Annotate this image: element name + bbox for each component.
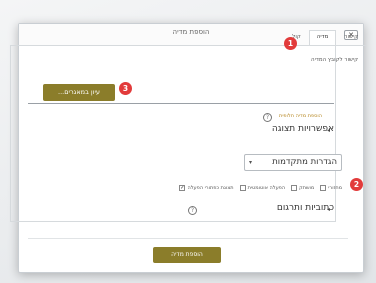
display-options-header[interactable]: אפשרויות תצוגה bbox=[272, 124, 334, 134]
step-badge-2: 2 bbox=[350, 178, 363, 191]
playback-options: ✓ תצוגת כפתורי הפעלה הפעלה אוטומטית מושת… bbox=[179, 183, 342, 193]
help-icon[interactable]: ? bbox=[263, 113, 272, 122]
checkbox-autoplay-label: הפעלה אוטומטית bbox=[247, 185, 286, 191]
step-badge-3: 3 bbox=[119, 82, 132, 95]
media-link-label: קישור לקובץ המדיה bbox=[311, 57, 358, 63]
help-icon[interactable]: ? bbox=[188, 206, 197, 215]
add-alternative-media-link[interactable]: הוספת מדיה חלופית bbox=[279, 113, 322, 119]
footer-divider bbox=[28, 238, 348, 239]
caret-down-icon: ▾ bbox=[249, 159, 253, 166]
browse-repositories-button[interactable]: עיון במאגרים... bbox=[43, 84, 115, 101]
checkbox-controls-box[interactable]: ✓ bbox=[179, 185, 186, 191]
checkbox-controls[interactable]: ✓ תצוגת כפתורי הפעלה bbox=[179, 183, 234, 193]
step-badge-1: 1 bbox=[284, 37, 297, 50]
checkbox-autoplay[interactable]: הפעלה אוטומטית bbox=[239, 183, 286, 193]
subtitles-header[interactable]: כתוביות ותרגום bbox=[277, 203, 334, 213]
insert-media-button[interactable]: הוספת מדיה bbox=[153, 247, 221, 263]
checkbox-muted-box[interactable] bbox=[291, 185, 298, 191]
checkbox-muted-label: מושתק bbox=[299, 185, 315, 191]
checkbox-muted[interactable]: מושתק bbox=[291, 183, 314, 193]
checkbox-loop[interactable]: מחזורי bbox=[320, 183, 342, 193]
checkbox-loop-label: מחזורי bbox=[328, 185, 342, 191]
checkbox-controls-label: תצוגת כפתורי הפעלה bbox=[187, 185, 234, 191]
advanced-settings-select[interactable]: הגדרות מתקדמות ▾ bbox=[244, 154, 342, 171]
checkbox-autoplay-box[interactable] bbox=[239, 185, 246, 191]
tab-media[interactable]: מדיה bbox=[308, 30, 337, 46]
tab-link[interactable]: קישור bbox=[336, 30, 366, 46]
checkbox-loop-box[interactable] bbox=[320, 185, 327, 191]
advanced-settings-value: הגדרות מתקדמות bbox=[272, 157, 337, 167]
tab-panel bbox=[10, 46, 336, 222]
